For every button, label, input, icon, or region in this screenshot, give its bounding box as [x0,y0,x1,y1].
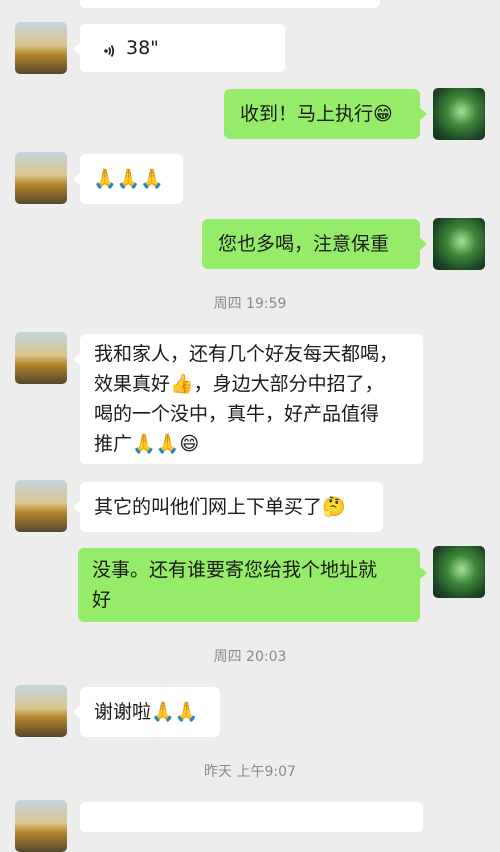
my-avatar[interactable] [433,218,485,270]
voice-wave-icon [100,39,118,57]
message-text: 收到！马上执行😁 [240,103,393,125]
message-text: 谢谢啦🙏🙏 [94,701,199,723]
message-line: 喝的一个没中，真牛，好产品值得 [94,403,380,425]
message-text: 其它的叫他们网上下单买了🤔 [94,496,346,518]
chat-area: 38" 收到！马上执行😁 🙏🙏🙏 您也多喝，注意保重 周四 19:59 我和家人… [0,0,500,852]
timestamp: 周四 19:59 [213,296,287,312]
contact-avatar[interactable] [15,480,67,532]
message-text: 🙏🙏🙏 [93,168,164,190]
message-line: 我和家人，还有几个好友每天都喝， [94,343,399,365]
message-line: 好 [92,589,112,611]
incoming-message-bubble[interactable]: 谢谢啦🙏🙏 [73,687,220,737]
message-line: 推广🙏🙏😄 [94,433,200,455]
my-avatar[interactable] [433,546,485,598]
message-line: 没事。还有谁要寄您给我个地址就 [92,559,378,581]
message-bubble-partial-top[interactable] [80,0,380,8]
voice-duration: 38" [126,37,159,59]
outgoing-message-bubble[interactable]: 没事。还有谁要寄您给我个地址就 好 [78,548,427,622]
my-avatar[interactable] [433,88,485,140]
timestamp: 昨天 上午9:07 [204,764,296,780]
incoming-message-bubble[interactable]: 🙏🙏🙏 [73,154,183,204]
message-line: 效果真好👍，身边大部分中招了， [94,373,384,395]
contact-avatar[interactable] [15,152,67,204]
message-bubble-partial-bottom[interactable] [80,802,423,832]
voice-message-bubble[interactable]: 38" [73,24,285,72]
contact-avatar[interactable] [15,800,67,852]
timestamp: 周四 20:03 [213,649,287,665]
outgoing-message-bubble[interactable]: 您也多喝，注意保重 [202,219,427,269]
incoming-message-bubble[interactable]: 我和家人，还有几个好友每天都喝， 效果真好👍，身边大部分中招了， 喝的一个没中，… [73,334,423,464]
incoming-message-bubble[interactable]: 其它的叫他们网上下单买了🤔 [73,482,383,532]
contact-avatar[interactable] [15,685,67,737]
message-text: 您也多喝，注意保重 [218,233,390,255]
outgoing-message-bubble[interactable]: 收到！马上执行😁 [224,89,427,139]
contact-avatar[interactable] [15,22,67,74]
contact-avatar[interactable] [15,332,67,384]
